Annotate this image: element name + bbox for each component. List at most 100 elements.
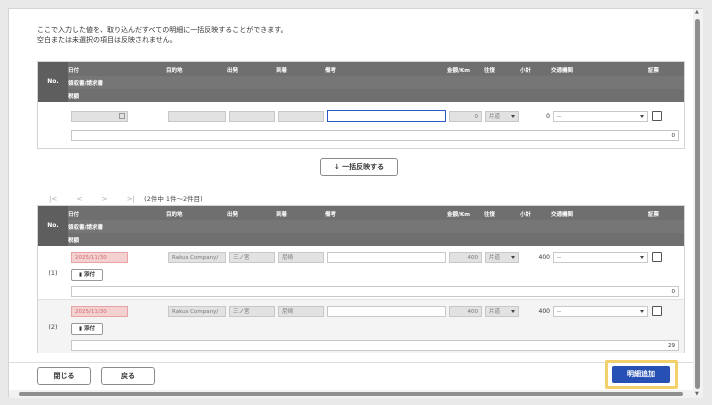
scroll-down-icon[interactable]: ▼ <box>695 391 699 397</box>
departure-input[interactable]: 三ノ宮 <box>229 252 275 263</box>
tax-input[interactable]: 0 <box>71 286 679 297</box>
attach-label: 添付 <box>83 272 95 278</box>
col-tax: 税額 <box>68 94 80 100</box>
subtotal-value: 400 <box>538 308 550 315</box>
col-notes: 備考 <box>325 212 337 218</box>
pagination: |< < > >| (2件中 1件〜2件目) <box>49 193 220 203</box>
paperclip-icon: ▮ <box>79 272 83 278</box>
bulk-amount-input[interactable]: 0 <box>449 111 482 122</box>
attach-label: 添付 <box>83 326 95 332</box>
bulk-roundtrip-select[interactable]: 片道 <box>485 111 519 122</box>
roundtrip-value: 片道 <box>489 309 501 315</box>
date-input[interactable]: 2025/11/30 <box>71 306 128 317</box>
next-page-button[interactable]: > <box>102 195 108 203</box>
bulk-date-input[interactable] <box>71 111 128 122</box>
table-row: (2) 2025/11/30 Rakus Company/ 三ノ宮 尼崎 400… <box>38 299 684 353</box>
arrival-input[interactable]: 尼崎 <box>278 252 324 263</box>
bulk-purpose-input[interactable] <box>168 111 226 122</box>
col-roundtrip: 往復 <box>484 212 496 218</box>
add-line-button[interactable]: 明細追加 <box>612 366 670 383</box>
bulk-subtotal: 0 <box>546 113 550 120</box>
col-subtotal: 小計 <box>520 212 532 218</box>
calendar-icon <box>119 113 125 119</box>
vertical-scrollbar[interactable]: ▲ ▼ <box>693 9 703 398</box>
col-transport: 交通機関 <box>551 212 574 218</box>
chevron-down-icon <box>640 310 644 313</box>
intro-text: ここで入力した値を、取り込んだすべての明細に一括反映することができます。 空白ま… <box>37 25 288 45</box>
intro-line-1: ここで入力した値を、取り込んだすべての明細に一括反映することができます。 <box>37 26 288 34</box>
col-no: No. <box>38 206 68 246</box>
col-departure: 出発 <box>227 68 239 74</box>
bulk-arrival-input[interactable] <box>278 111 324 122</box>
roundtrip-select[interactable]: 片道 <box>485 306 519 317</box>
scroll-up-icon[interactable]: ▲ <box>695 9 699 15</box>
col-purpose: 目的地 <box>166 68 183 74</box>
paperclip-icon: ▮ <box>79 326 83 332</box>
chevron-down-icon <box>511 310 515 313</box>
bulk-notes-input[interactable] <box>327 110 446 122</box>
dialog-window: ここで入力した値を、取り込んだすべての明細に一括反映することができます。 空白ま… <box>8 8 703 398</box>
subtotal-value: 400 <box>538 254 550 261</box>
header-row-2: 領収書/請求書 <box>68 220 684 233</box>
transport-select[interactable]: -- <box>553 306 648 317</box>
col-receipt: 証票 <box>648 212 660 218</box>
amount-input[interactable]: 400 <box>449 252 482 263</box>
intro-line-2: 空白または未選択の項目は反映されません。 <box>37 36 177 44</box>
bulk-transport-value: -- <box>557 114 561 120</box>
notes-input[interactable] <box>327 306 446 317</box>
col-invoice: 領収書/請求書 <box>68 225 104 231</box>
transport-value: -- <box>557 255 561 261</box>
header-row-1: 日付 目的地 出発 到着 備考 金額/Km 往復 小計 交通機関 証票 <box>68 62 684 76</box>
col-transport: 交通機関 <box>551 68 574 74</box>
chevron-down-icon <box>640 256 644 259</box>
roundtrip-value: 片道 <box>489 255 501 261</box>
header-row-3: 税額 <box>68 89 684 102</box>
roundtrip-select[interactable]: 片道 <box>485 252 519 263</box>
header-row-1: 日付 目的地 出発 到着 備考 金額/Km 往復 小計 交通機関 証票 <box>68 206 684 220</box>
bulk-tax-input[interactable]: 0 <box>71 130 679 141</box>
tax-input[interactable]: 29 <box>71 340 679 351</box>
col-roundtrip: 往復 <box>484 68 496 74</box>
dialog-scroll-area[interactable]: ここで入力した値を、取り込んだすべての明細に一括反映することができます。 空白ま… <box>9 9 693 353</box>
col-date: 日付 <box>68 212 80 218</box>
amount-input[interactable]: 400 <box>449 306 482 317</box>
close-button[interactable]: 閉じる <box>37 367 91 385</box>
receipt-checkbox[interactable] <box>652 306 662 316</box>
col-arrival: 到着 <box>276 212 288 218</box>
transport-value: -- <box>557 309 561 315</box>
bulk-receipt-checkbox[interactable] <box>652 111 662 121</box>
notes-input[interactable] <box>327 252 446 263</box>
bulk-departure-input[interactable] <box>229 111 275 122</box>
row-number: (2) <box>48 323 58 331</box>
col-no: No. <box>38 62 68 102</box>
attach-button[interactable]: ▮ 添付 <box>71 269 103 281</box>
header-row-3: 税額 <box>68 233 684 246</box>
col-date: 日付 <box>68 68 80 74</box>
col-purpose: 目的地 <box>166 212 183 218</box>
date-input[interactable]: 2025/11/30 <box>71 252 128 263</box>
chevron-down-icon <box>511 256 515 259</box>
prev-page-button[interactable]: < <box>76 195 82 203</box>
arrival-input[interactable]: 尼崎 <box>278 306 324 317</box>
detail-table: No. 日付 目的地 出発 到着 備考 金額/Km 往復 小計 交通機関 証票 … <box>37 205 685 353</box>
attach-button[interactable]: ▮ 添付 <box>71 323 103 335</box>
purpose-input[interactable]: Rakus Company/ <box>168 306 226 317</box>
last-page-button[interactable]: >| <box>127 195 135 203</box>
bulk-apply-button[interactable]: ↓ 一括反映する <box>320 158 398 176</box>
bulk-roundtrip-value: 片道 <box>489 114 501 120</box>
table-row: (1) 2025/11/30 Rakus Company/ 三ノ宮 尼崎 400… <box>38 246 684 299</box>
receipt-checkbox[interactable] <box>652 252 662 262</box>
horizontal-scrollbar[interactable] <box>9 390 693 398</box>
departure-input[interactable]: 三ノ宮 <box>229 306 275 317</box>
bulk-apply-table: No. 日付 目的地 出発 到着 備考 金額/Km 往復 小計 交通機関 証票 … <box>37 61 685 149</box>
purpose-input[interactable]: Rakus Company/ <box>168 252 226 263</box>
bulk-transport-select[interactable]: -- <box>553 111 648 122</box>
col-notes: 備考 <box>325 68 337 74</box>
back-button[interactable]: 戻る <box>101 367 155 385</box>
vertical-scroll-thumb[interactable] <box>695 19 700 389</box>
transport-select[interactable]: -- <box>553 252 648 263</box>
horizontal-scroll-thumb[interactable] <box>19 392 683 396</box>
col-tax: 税額 <box>68 238 80 244</box>
col-subtotal: 小計 <box>520 68 532 74</box>
first-page-button[interactable]: |< <box>49 195 57 203</box>
